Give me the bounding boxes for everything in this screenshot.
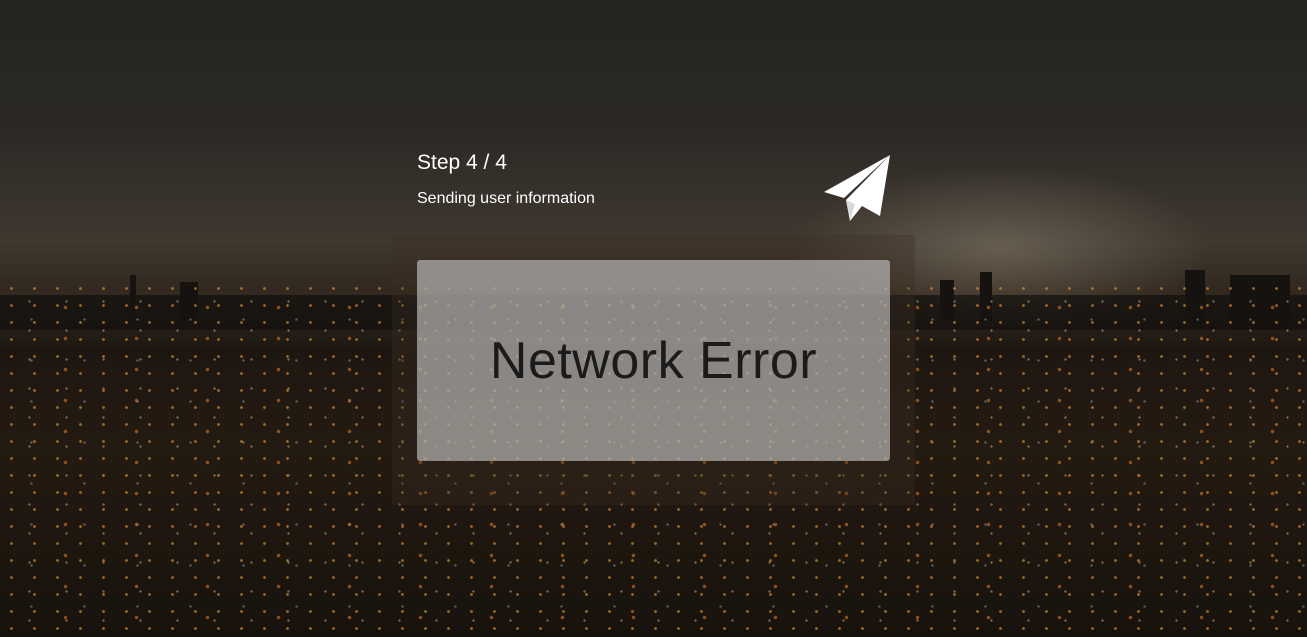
step-subtitle: Sending user information [417, 190, 595, 207]
error-message-box: Network Error [417, 260, 890, 461]
paper-plane-icon [824, 155, 890, 221]
error-message: Network Error [489, 331, 818, 390]
step-title: Step 4 / 4 [417, 151, 507, 174]
